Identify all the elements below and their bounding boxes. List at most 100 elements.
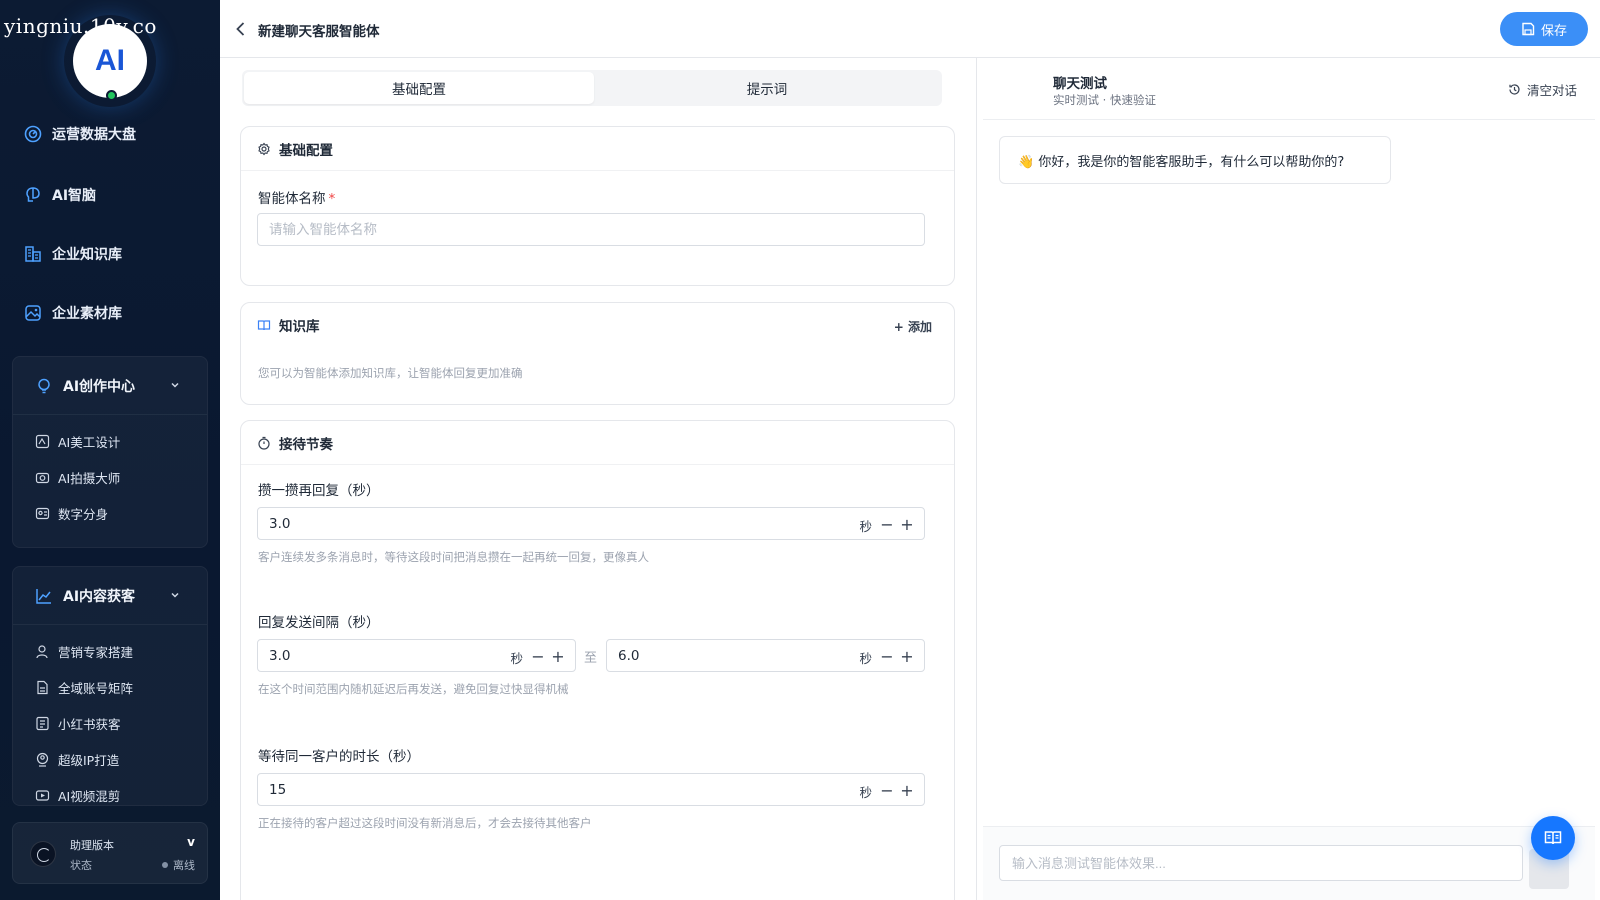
camera-icon xyxy=(35,472,50,483)
sidebar-subitem-label: AI视频混剪 xyxy=(58,788,121,804)
decrement-button[interactable]: − xyxy=(878,779,896,801)
sidebar-item-label: 企业知识库 xyxy=(52,247,122,263)
range-separator: 至 xyxy=(584,651,598,666)
history-icon xyxy=(1509,84,1520,95)
chevron-down-icon[interactable] xyxy=(169,589,181,601)
knowledge-base-card: 知识库 + 添加 您可以为智能体添加知识库，让智能体回复更加准确 xyxy=(240,302,955,405)
online-status-dot xyxy=(106,90,117,101)
save-icon xyxy=(1522,22,1535,36)
back-arrow-icon[interactable] xyxy=(232,20,250,38)
book-icon xyxy=(1544,831,1562,845)
knowledge-hint: 您可以为智能体添加知识库，让智能体回复更加准确 xyxy=(258,366,523,380)
sidebar-subitem-label: 营销专家搭建 xyxy=(58,644,134,660)
sidebar-item-dashboard[interactable]: 运营数据大盘 xyxy=(24,122,136,146)
sidebar-group-content-acquisition: AI内容获客 营销专家搭建 全域账号矩阵 小红书获客 超级IP打造 AI视频混剪 xyxy=(12,566,208,806)
assistant-status-card[interactable]: 助理版本 v 状态 离线 xyxy=(12,822,208,884)
sidebar-group-ai-creation: AI创作中心 AI美工设计 AI拍摄大师 数字分身 xyxy=(12,356,208,548)
assistant-version-label: 助理版本 xyxy=(70,839,114,852)
save-button[interactable]: 保存 xyxy=(1500,12,1588,46)
ai-doc-icon xyxy=(36,716,49,730)
brain-icon xyxy=(26,187,40,202)
sidebar-item-ai-brain[interactable]: AI智脑 xyxy=(24,183,96,207)
config-panel: 基础配置 提示词 基础配置 智能体名称* 知识库 + 添加 您可以为智能体添加知… xyxy=(220,58,976,900)
increment-button[interactable]: + xyxy=(549,645,567,667)
unit-seconds: 秒 xyxy=(859,651,872,666)
reply-interval-max-stepper[interactable]: 6.0 秒 − + xyxy=(606,639,925,672)
offline-dot xyxy=(162,862,168,868)
agent-name-input[interactable] xyxy=(257,213,925,246)
sidebar-subitem-ai-photo[interactable]: AI拍摄大师 xyxy=(13,459,207,495)
sidebar-subitem-label: 小红书获客 xyxy=(58,716,121,732)
trend-chart-icon xyxy=(36,588,51,604)
unit-seconds: 秒 xyxy=(510,651,523,666)
gear-icon xyxy=(258,142,270,155)
agent-name-label: 智能体名称 * xyxy=(258,187,335,207)
agent-name-label-text: 智能体名称 xyxy=(258,191,326,207)
card-header: 基础配置 xyxy=(241,127,954,171)
chat-message-input[interactable] xyxy=(999,845,1523,881)
decrement-button[interactable]: − xyxy=(878,645,896,667)
badge-icon xyxy=(36,752,49,767)
chat-footer xyxy=(983,826,1595,900)
user-icon xyxy=(36,644,48,658)
add-knowledge-button[interactable]: + 添加 xyxy=(894,318,932,335)
sidebar-subitem-label: 数字分身 xyxy=(58,506,109,522)
unit-seconds: 秒 xyxy=(859,519,872,534)
page-header: 新建聊天客服智能体 保存 xyxy=(220,0,1600,58)
sidebar-subitem-xiaohongshu[interactable]: 小红书获客 xyxy=(13,705,207,741)
id-card-icon xyxy=(35,507,50,519)
sidebar-item-label: AI智脑 xyxy=(52,188,97,204)
sidebar-item-asset-library[interactable]: 企业素材库 xyxy=(24,301,122,325)
sidebar-group-header[interactable]: AI创作中心 xyxy=(13,357,207,415)
sidebar: yingniu.10v.co AI 运营数据大盘 AI智脑 企业知识库 企业素材… xyxy=(0,0,220,900)
gather-reply-label: 攒一攒再回复（秒） xyxy=(258,483,380,499)
watermark: yingniu.10v.co xyxy=(4,14,157,38)
sidebar-subitem-super-ip[interactable]: 超级IP打造 xyxy=(13,741,207,777)
tab-prompt[interactable]: 提示词 xyxy=(592,72,942,104)
sidebar-subitem-ai-design[interactable]: AI美工设计 xyxy=(13,423,207,459)
increment-button[interactable]: + xyxy=(898,779,916,801)
book-open-icon xyxy=(257,320,271,331)
palette-icon xyxy=(35,434,50,448)
card-title: 知识库 xyxy=(279,319,320,335)
wait-duration-label: 等待同一客户的时长（秒） xyxy=(258,749,420,765)
decrement-button[interactable]: − xyxy=(878,513,896,535)
chat-header: 聊天测试 实时测试 · 快速验证 清空对话 xyxy=(983,58,1595,120)
card-title: 基础配置 xyxy=(279,142,333,159)
reply-interval-hint: 在这个时间范围内随机延迟后再发送，避免回复过快显得机械 xyxy=(258,682,569,696)
sidebar-subitem-marketing-expert[interactable]: 营销专家搭建 xyxy=(13,633,207,669)
wait-duration-stepper[interactable]: 15 秒 − + xyxy=(257,773,925,806)
clear-chat-button[interactable]: 清空对话 xyxy=(1508,80,1577,99)
video-icon xyxy=(35,789,50,801)
status-badge: 离线 xyxy=(162,857,195,873)
unit-seconds: 秒 xyxy=(859,785,872,800)
image-library-icon xyxy=(25,305,41,321)
reply-interval-min-stepper[interactable]: 3.0 秒 − + xyxy=(257,639,576,672)
status-label: 状态 xyxy=(70,859,92,872)
required-mark: * xyxy=(328,191,336,207)
sidebar-subitem-ai-video[interactable]: AI视频混剪 xyxy=(13,777,207,805)
sidebar-subitem-label: AI拍摄大师 xyxy=(58,470,121,486)
card-header: 知识库 + 添加 xyxy=(241,303,954,347)
sidebar-group-header[interactable]: AI内容获客 xyxy=(13,567,207,625)
version-value: v xyxy=(187,835,195,849)
sidebar-subitem-digital-avatar[interactable]: 数字分身 xyxy=(13,495,207,531)
sidebar-item-label: 企业素材库 xyxy=(52,306,122,322)
floating-help-button[interactable] xyxy=(1531,816,1575,860)
wait-duration-value: 15 xyxy=(269,782,287,798)
gather-reply-value: 3.0 xyxy=(269,516,291,532)
assistant-greeting-message: 👋 你好，我是你的智能客服助手，有什么可以帮助你的? xyxy=(999,136,1391,184)
tab-basic-config[interactable]: 基础配置 xyxy=(244,72,594,104)
dashboard-icon xyxy=(24,125,42,143)
chevron-down-icon[interactable] xyxy=(169,379,181,391)
wait-duration-hint: 正在接待的客户超过这段时间没有新消息后，才会去接待其他客户 xyxy=(258,816,592,830)
increment-button[interactable]: + xyxy=(898,513,916,535)
reply-interval-min-value: 3.0 xyxy=(269,648,291,664)
sidebar-subitem-account-matrix[interactable]: 全域账号矩阵 xyxy=(13,669,207,705)
sidebar-subitem-label: AI美工设计 xyxy=(58,434,121,450)
increment-button[interactable]: + xyxy=(898,645,916,667)
gather-reply-stepper[interactable]: 3.0 秒 − + xyxy=(257,507,925,540)
sidebar-item-knowledge-base[interactable]: 企业知识库 xyxy=(24,242,122,266)
decrement-button[interactable]: − xyxy=(529,645,547,667)
chat-subtitle: 实时测试 · 快速验证 xyxy=(1053,93,1156,107)
